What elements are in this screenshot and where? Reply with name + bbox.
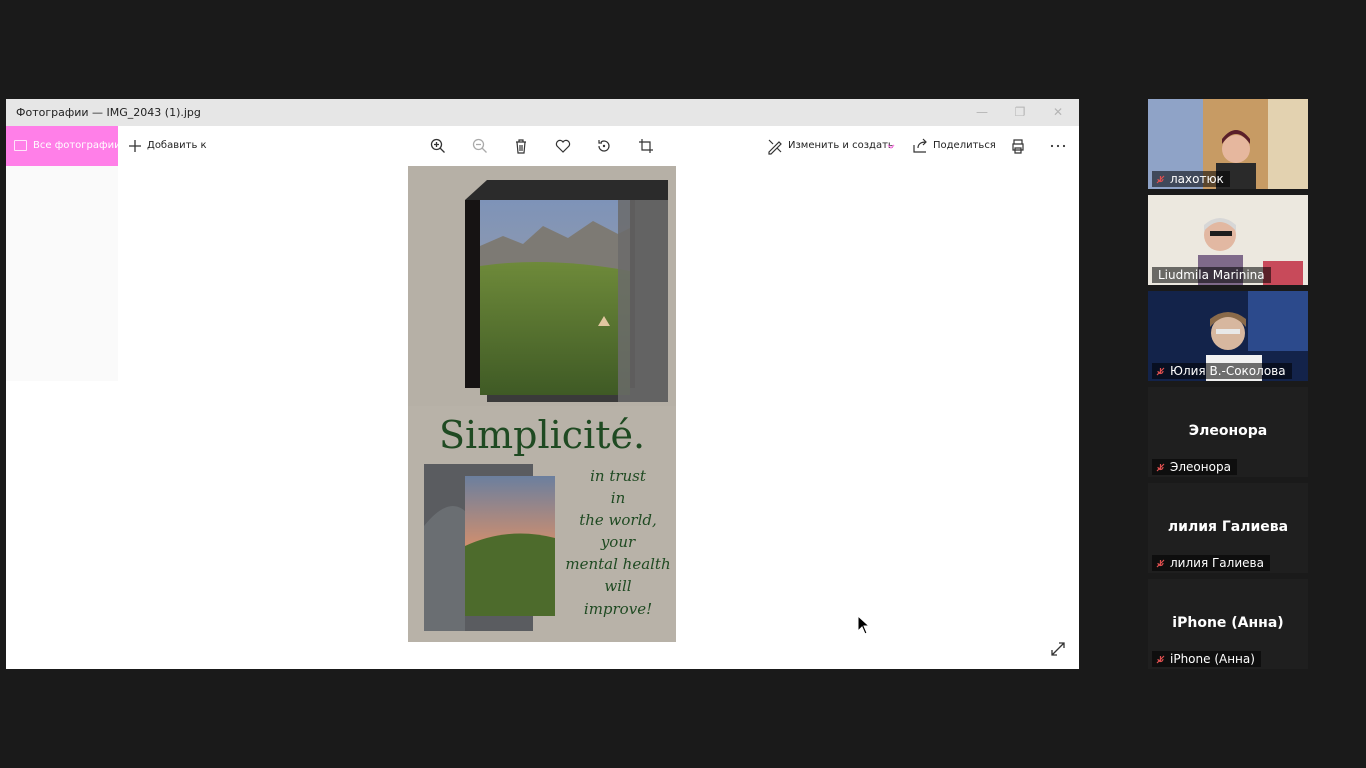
- expand-icon[interactable]: [1049, 640, 1067, 658]
- muted-mic-icon: [1156, 367, 1165, 376]
- window-title: Фотографии — IMG_2043 (1).jpg: [16, 106, 201, 119]
- minimize-icon[interactable]: —: [973, 103, 991, 121]
- toolbar: Все фотографии Добавить к Изменить и соз…: [6, 126, 1079, 166]
- participant-display-name: лилия Галиева: [1167, 519, 1289, 535]
- photo-icon: [14, 140, 27, 151]
- svg-text:will: will: [604, 577, 631, 595]
- participant-tile[interactable]: Элеонора Элеонора: [1148, 387, 1308, 477]
- svg-text:in: in: [611, 489, 625, 507]
- zoom-in-icon[interactable]: [429, 137, 447, 155]
- participant-display-name: iPhone (Анна): [1172, 615, 1284, 631]
- heart-icon[interactable]: [554, 137, 572, 155]
- participant-name: лахотюк: [1152, 171, 1230, 187]
- photo-headline: Simplicité.: [439, 413, 645, 457]
- delete-icon[interactable]: [512, 137, 530, 155]
- svg-text:in trust: in trust: [590, 467, 647, 485]
- photos-app-window: Фотографии — IMG_2043 (1).jpg — ❐ ✕ Все …: [6, 99, 1079, 669]
- displayed-photo: Simplicité. in trust in the world, your …: [408, 166, 676, 642]
- svg-text:the world,: the world,: [579, 511, 657, 529]
- maximize-icon[interactable]: ❐: [1011, 103, 1029, 121]
- photo-collage: Simplicité. in trust in the world, your …: [408, 166, 676, 642]
- edit-create-button[interactable]: Изменить и создать: [788, 140, 894, 151]
- chevron-down-icon[interactable]: [882, 137, 900, 155]
- print-icon[interactable]: [1009, 137, 1027, 155]
- more-options-icon[interactable]: [1049, 137, 1067, 155]
- muted-mic-icon: [1156, 559, 1165, 568]
- participant-name: Юлия В.-Соколова: [1152, 363, 1292, 379]
- title-bar[interactable]: Фотографии — IMG_2043 (1).jpg — ❐ ✕: [6, 99, 1079, 126]
- participant-name: iPhone (Анна): [1152, 651, 1261, 667]
- muted-mic-icon: [1156, 175, 1165, 184]
- participant-tile[interactable]: Юлия В.-Соколова: [1148, 291, 1308, 381]
- all-photos-label: Все фотографии: [33, 140, 121, 151]
- participant-tile[interactable]: лилия Галиева лилия Галиева: [1148, 483, 1308, 573]
- sidebar-panel: [6, 166, 118, 381]
- rotate-icon[interactable]: [595, 137, 613, 155]
- participant-name: лилия Галиева: [1152, 555, 1270, 571]
- muted-mic-icon: [1156, 655, 1165, 664]
- participant-tile[interactable]: Liudmila Marinina: [1148, 195, 1308, 285]
- share-icon[interactable]: [911, 137, 929, 155]
- svg-text:improve!: improve!: [584, 600, 652, 618]
- share-button[interactable]: Поделиться: [933, 140, 996, 151]
- participant-tile[interactable]: iPhone (Анна) iPhone (Анна): [1148, 579, 1308, 669]
- participant-name: Liudmila Marinina: [1152, 267, 1271, 283]
- close-icon[interactable]: ✕: [1049, 103, 1067, 121]
- all-photos-button[interactable]: Все фотографии: [6, 126, 121, 166]
- plus-icon[interactable]: [126, 137, 144, 155]
- crop-icon[interactable]: [637, 137, 655, 155]
- edit-create-icon[interactable]: [766, 137, 784, 155]
- zoom-out-icon[interactable]: [471, 137, 489, 155]
- muted-mic-icon: [1156, 463, 1165, 472]
- participant-display-name: Элеонора: [1188, 423, 1268, 439]
- mouse-cursor-icon: [857, 615, 871, 635]
- participant-name: Элеонора: [1152, 459, 1237, 475]
- svg-text:mental health: mental health: [565, 555, 670, 573]
- participant-tile[interactable]: лахотюк: [1148, 99, 1308, 189]
- svg-text:your: your: [600, 533, 636, 551]
- add-to-button[interactable]: Добавить к: [147, 140, 207, 151]
